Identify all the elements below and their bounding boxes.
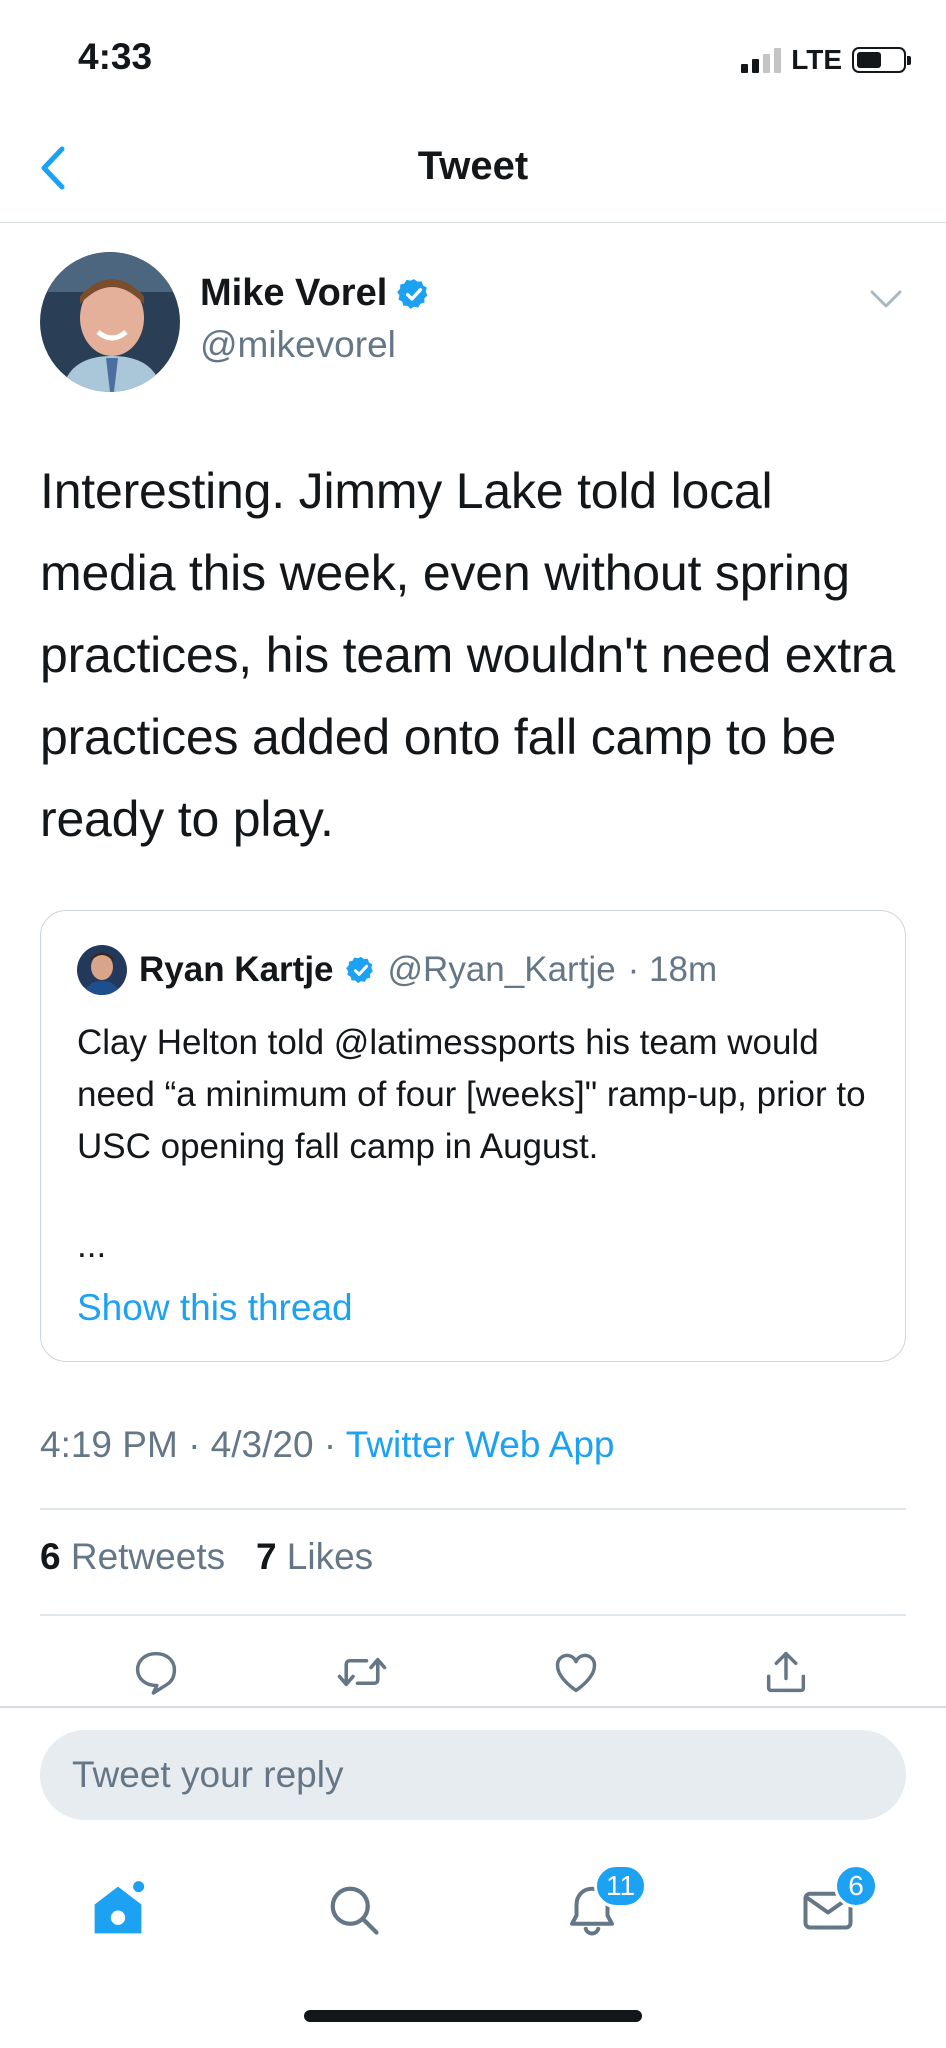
notifications-badge: 11 xyxy=(594,1864,648,1908)
tab-messages[interactable]: 6 xyxy=(788,1864,878,1950)
status-time: 4:33 xyxy=(78,36,153,77)
tab-bar: 11 6 xyxy=(0,1850,946,1960)
home-icon xyxy=(94,1881,145,1934)
reply-icon xyxy=(135,1651,177,1695)
verified-badge-icon xyxy=(397,278,428,309)
quoted-author-handle: @Ryan_Kartje xyxy=(387,950,616,989)
retweets-stat[interactable]: 6 Retweets xyxy=(40,1536,225,1577)
author-avatar[interactable] xyxy=(40,252,180,392)
quoted-tweet-text: Clay Helton told @latimessports his team… xyxy=(77,1023,866,1166)
tweet-source-link[interactable]: Twitter Web App xyxy=(346,1424,615,1465)
tweet-text: Interesting. Jimmy Lake told local media… xyxy=(40,463,895,847)
author-handle[interactable]: @mikevorel xyxy=(200,324,396,366)
like-icon xyxy=(555,1653,597,1693)
tab-notifications[interactable]: 11 xyxy=(552,1864,648,1950)
tweet-actions xyxy=(40,1640,906,1704)
show-thread-link[interactable]: Show this thread xyxy=(77,1287,353,1329)
retweet-button[interactable] xyxy=(330,1640,394,1704)
quoted-author-name: Ryan Kartje xyxy=(139,950,334,989)
tweet-header: Mike Vorel @mikevorel xyxy=(40,252,906,392)
quoted-tweet-time: · 18m xyxy=(627,950,718,989)
reply-input[interactable]: Tweet your reply xyxy=(40,1730,906,1820)
author-name[interactable]: Mike Vorel xyxy=(200,272,387,315)
engagement-stats: 6 Retweets 7 Likes xyxy=(40,1536,373,1578)
retweet-label: Retweets xyxy=(70,1536,226,1577)
quoted-tweet-card[interactable]: Ryan Kartje @Ryan_Kartje · 18m Clay Helt… xyxy=(40,910,906,1362)
divider xyxy=(40,1508,906,1510)
share-icon xyxy=(766,1651,806,1693)
divider xyxy=(40,1614,906,1616)
divider xyxy=(0,1706,946,1708)
tweet-date: 4:19 PM · 4/3/20 · xyxy=(40,1424,346,1465)
nav-header: Tweet xyxy=(0,120,946,223)
tab-search[interactable] xyxy=(314,1870,394,1950)
quoted-author-avatar xyxy=(77,945,127,995)
author-name-row[interactable]: Mike Vorel xyxy=(200,272,431,315)
messages-badge: 6 xyxy=(834,1864,878,1908)
share-button[interactable] xyxy=(754,1640,818,1704)
status-indicators: LTE xyxy=(741,44,911,76)
battery-icon xyxy=(852,47,911,73)
quoted-tweet-ellipsis: ... xyxy=(77,1226,107,1265)
retweet-icon xyxy=(337,1657,387,1687)
network-label: LTE xyxy=(791,44,842,75)
verified-badge-icon xyxy=(345,956,373,984)
retweet-count: 6 xyxy=(40,1536,61,1577)
tweet-options-button[interactable] xyxy=(866,284,906,314)
tab-home[interactable] xyxy=(78,1870,158,1950)
likes-stat[interactable]: 7 Likes xyxy=(256,1536,373,1577)
page-title: Tweet xyxy=(417,144,529,188)
reply-button[interactable] xyxy=(124,1640,188,1704)
status-bar: 4:33 LTE xyxy=(0,0,946,120)
like-count: 7 xyxy=(255,1536,277,1577)
quoted-tweet-header: Ryan Kartje @Ryan_Kartje · 18m xyxy=(77,945,717,995)
home-indicator xyxy=(304,2010,642,2022)
signal-icon xyxy=(741,47,782,73)
chevron-down-icon xyxy=(870,290,902,308)
like-button[interactable] xyxy=(544,1640,608,1704)
search-icon xyxy=(330,1886,379,1935)
tweet-timestamp: 4:19 PM · 4/3/20 · Twitter Web App xyxy=(40,1424,615,1466)
like-label: Likes xyxy=(286,1536,374,1577)
